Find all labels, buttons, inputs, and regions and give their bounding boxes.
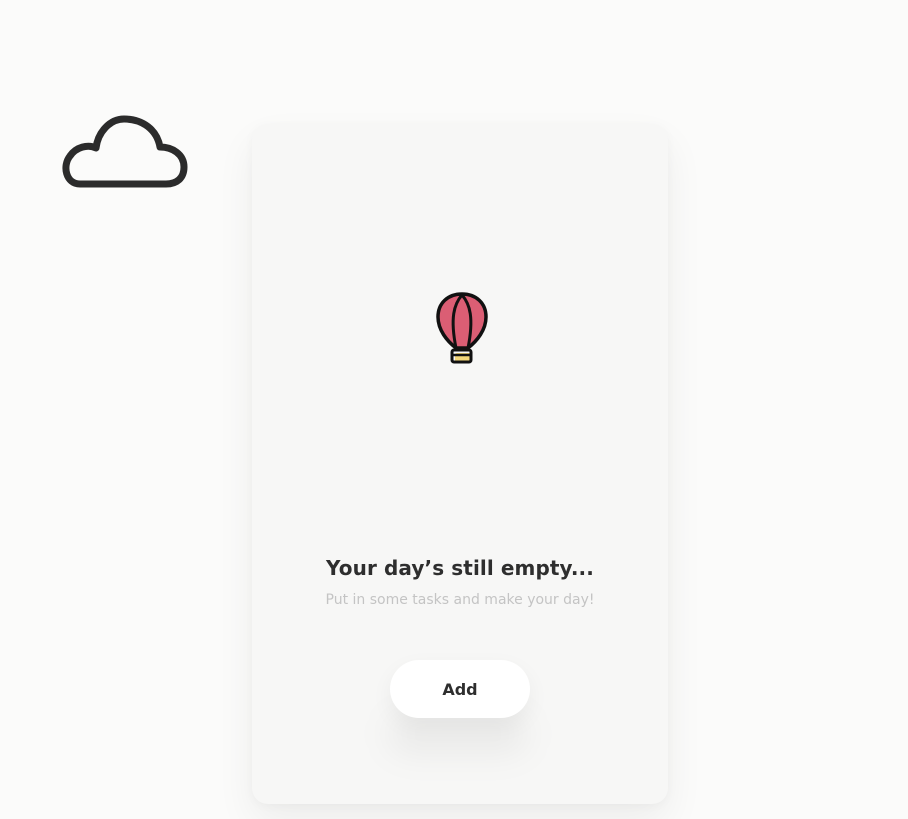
add-button-shadow: [388, 714, 528, 754]
empty-state-card: Your day’s still empty... Put in some ta…: [252, 124, 668, 804]
empty-state-subtitle: Put in some tasks and make your day!: [325, 592, 595, 608]
hot-air-balloon-icon: [436, 292, 488, 364]
add-task-button[interactable]: Add: [390, 660, 530, 718]
empty-state-title: Your day’s still empty...: [326, 556, 594, 580]
cloud-icon: [62, 115, 188, 188]
